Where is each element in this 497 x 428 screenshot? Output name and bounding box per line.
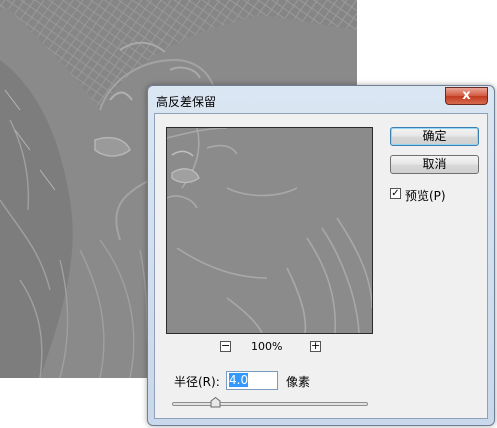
cancel-button[interactable]: 取消 [390, 155, 479, 174]
close-icon: x [462, 88, 471, 103]
zoom-in-button[interactable]: + [310, 339, 321, 352]
zoom-in-icon: + [311, 339, 321, 352]
checkmark-icon[interactable]: ✓ [390, 188, 401, 199]
preview-checkbox-label: 预览(P) [405, 189, 446, 203]
unit-label: 像素 [286, 375, 311, 389]
zoom-out-icon: − [221, 339, 231, 352]
zoom-controls: − 100% + [220, 339, 330, 355]
zoom-out-button[interactable]: − [220, 339, 231, 352]
radius-value: 4.0 [229, 373, 249, 387]
close-button[interactable]: x [445, 87, 488, 105]
title-bar[interactable]: 高反差保留 x [148, 86, 494, 113]
dialog-body: − 100% + 确定 取消 ✓ 预览(P) 半径(R): 4.0 像素 [154, 113, 488, 419]
high-pass-dialog: 高反差保留 x − 100% + 确定 取消 ✓ 预览(P) 半径(R): 4.… [147, 85, 495, 426]
filter-preview[interactable] [166, 127, 373, 334]
radius-slider-track[interactable] [172, 402, 368, 406]
slider-thumb-icon[interactable] [210, 397, 221, 408]
zoom-level: 100% [251, 340, 283, 353]
dialog-title: 高反差保留 [156, 95, 217, 109]
radius-input[interactable]: 4.0 [226, 371, 278, 390]
radius-label: 半径(R): [174, 375, 220, 389]
ok-button[interactable]: 确定 [390, 127, 479, 146]
